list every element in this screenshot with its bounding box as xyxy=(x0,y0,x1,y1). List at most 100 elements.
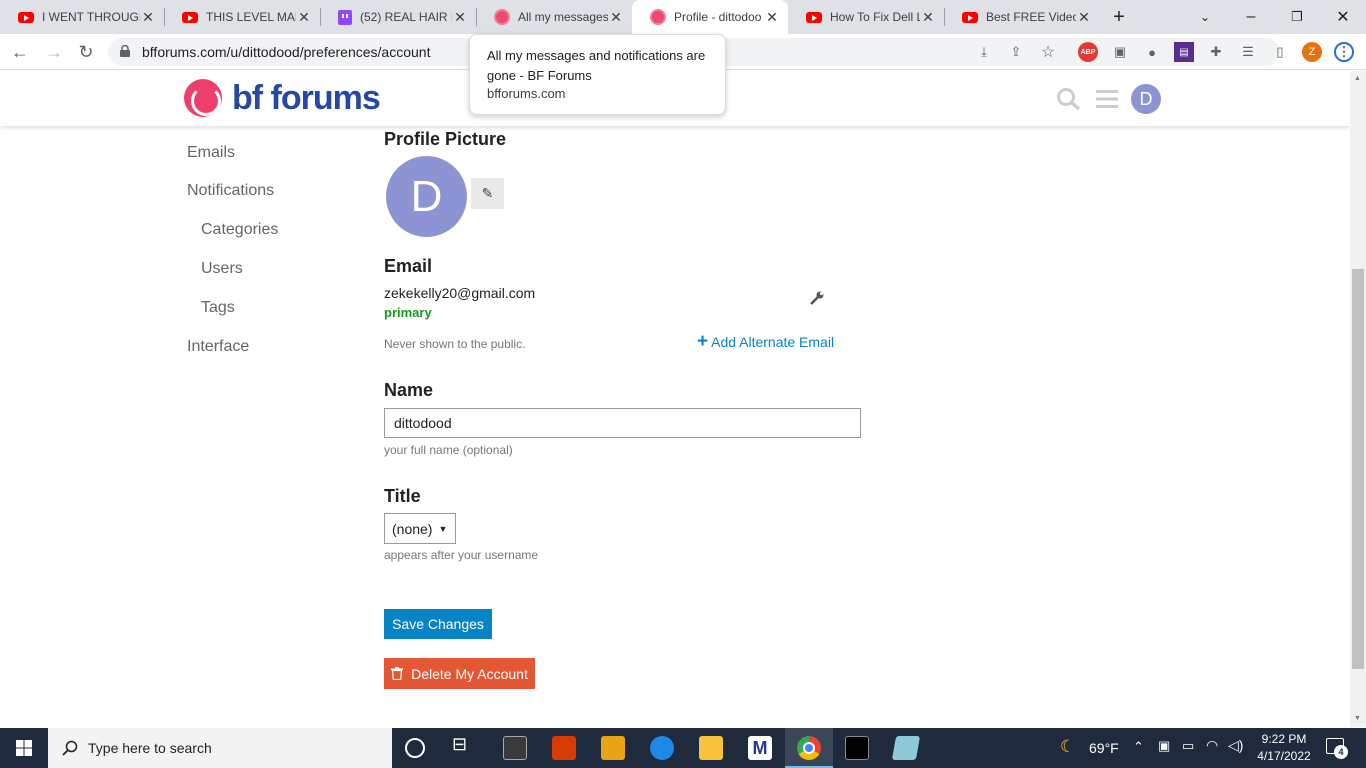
restore-icon[interactable]: ❐ xyxy=(1274,0,1320,34)
file-explorer-icon[interactable] xyxy=(699,736,723,760)
taskbar-search-placeholder: Type here to search xyxy=(88,740,212,756)
browser-tab[interactable]: All my messages ✕ xyxy=(476,0,632,34)
stack-app-icon[interactable] xyxy=(601,736,625,760)
page-scrollbar[interactable]: ▲ ▼ xyxy=(1350,71,1366,727)
extension-icon[interactable]: ▣ xyxy=(1110,42,1130,62)
title-dropdown[interactable]: (none) ▼ xyxy=(384,513,456,544)
save-changes-button[interactable]: Save Changes xyxy=(384,609,492,639)
sidebar-item-interface[interactable]: Interface xyxy=(187,338,249,356)
email-address: zekekelly20@gmail.com xyxy=(384,285,536,301)
browser-tab[interactable]: Best FREE Video I ✕ xyxy=(944,0,1100,34)
close-icon[interactable]: ✕ xyxy=(764,9,780,26)
taskbar-search-box[interactable]: Type here to search xyxy=(48,728,392,768)
hover-card-host: bfforums.com xyxy=(487,86,566,101)
reload-icon[interactable]: ↻ xyxy=(72,38,100,66)
sidebar-item-emails[interactable]: Emails xyxy=(187,144,235,162)
sidebar-item-notifications[interactable]: Notifications xyxy=(187,182,274,200)
title-heading: Title xyxy=(384,486,421,506)
profile-initial: Z xyxy=(1308,46,1316,58)
tab-title: I WENT THROUGH xyxy=(42,10,140,24)
install-icon[interactable]: ⤓ xyxy=(974,42,994,62)
sidebar-item-tags[interactable]: Tags xyxy=(201,299,235,317)
extension-icon[interactable]: ▤ xyxy=(1174,42,1194,62)
wrench-icon[interactable] xyxy=(809,290,825,306)
scrollbar-thumb[interactable] xyxy=(1352,269,1364,669)
email-primary-badge: primary xyxy=(384,305,432,320)
browser-tab[interactable]: I WENT THROUGH ✕ xyxy=(0,0,164,34)
weather-temperature[interactable]: 69°F xyxy=(1089,740,1119,756)
app-icon[interactable] xyxy=(650,736,674,760)
add-alternate-email-label: Add Alternate Email xyxy=(711,334,835,350)
tab-hover-card: All my messages and notifications are go… xyxy=(469,34,726,115)
sidebar-item-users[interactable]: Users xyxy=(201,260,243,278)
close-window-icon[interactable]: ✕ xyxy=(1320,0,1366,34)
show-hidden-icons-chevron-icon[interactable]: ⌃ xyxy=(1133,739,1144,755)
close-icon[interactable]: ✕ xyxy=(452,9,468,26)
name-input[interactable] xyxy=(384,408,861,438)
add-alternate-email-link[interactable]: + Add Alternate Email xyxy=(697,331,834,353)
clock-date: 4/17/2022 xyxy=(1257,749,1311,763)
youtube-icon xyxy=(18,11,34,23)
kebab-menu-icon[interactable]: ⋮ xyxy=(1334,42,1354,62)
windows-start-icon[interactable] xyxy=(16,740,32,756)
puzzle-extensions-icon[interactable]: ✚ xyxy=(1206,42,1226,62)
wifi-icon[interactable]: ◠ xyxy=(1206,737,1218,754)
media-queue-icon[interactable]: ☰ xyxy=(1238,42,1258,62)
notification-count-badge: 4 xyxy=(1334,745,1348,759)
tab-title: THIS LEVEL MADE xyxy=(206,10,296,24)
new-tab-plus-icon[interactable]: + xyxy=(1096,0,1142,34)
tab-title: All my messages xyxy=(518,10,608,24)
office-icon[interactable] xyxy=(552,736,576,760)
taskbar-clock[interactable]: 9:22 PM 4/17/2022 xyxy=(1248,731,1320,765)
terminal-icon[interactable] xyxy=(845,736,869,760)
name-note: your full name (optional) xyxy=(384,443,513,457)
bf-forums-icon xyxy=(650,9,666,25)
scroll-up-arrow-icon[interactable]: ▲ xyxy=(1354,75,1361,82)
tab-title: (52) REAL HAIR R xyxy=(360,10,452,24)
profile-picture-heading: Profile Picture xyxy=(384,129,507,149)
app-icon[interactable] xyxy=(503,736,527,760)
tab-title: Profile - dittodoo xyxy=(674,10,762,24)
profile-avatar[interactable]: Z xyxy=(1302,42,1322,62)
email-privacy-note: Never shown to the public. xyxy=(384,337,526,351)
edit-pencil-icon[interactable]: ✎ xyxy=(471,178,504,209)
browser-tab[interactable]: How To Fix Dell L ✕ xyxy=(788,0,944,34)
close-icon[interactable]: ✕ xyxy=(296,9,312,26)
meet-now-icon[interactable]: ▣ xyxy=(1158,738,1170,754)
tab-search-chevron-icon[interactable]: ⌄ xyxy=(1182,0,1228,34)
close-icon[interactable]: ✕ xyxy=(140,9,156,26)
youtube-icon xyxy=(806,11,822,23)
scroll-down-arrow-icon[interactable]: ▼ xyxy=(1354,715,1361,722)
app-icon[interactable] xyxy=(891,736,921,760)
site-logo-text[interactable]: bf forums xyxy=(232,79,381,118)
close-icon[interactable]: ✕ xyxy=(1076,9,1092,26)
side-panel-icon[interactable]: ▯ xyxy=(1270,42,1290,62)
browser-tab-active[interactable]: Profile - dittodoo ✕ xyxy=(632,0,788,34)
search-icon[interactable] xyxy=(1056,87,1082,111)
hamburger-menu-icon[interactable] xyxy=(1096,89,1118,109)
browser-tab[interactable]: THIS LEVEL MADE ✕ xyxy=(164,0,320,34)
bf-forums-logo-icon[interactable] xyxy=(184,79,222,117)
app-icon[interactable]: M xyxy=(748,736,772,760)
moon-weather-icon[interactable]: ☾ xyxy=(1060,737,1075,757)
battery-icon[interactable]: ▭ xyxy=(1182,738,1194,754)
browser-tab[interactable]: (52) REAL HAIR R ✕ xyxy=(320,0,476,34)
close-icon[interactable]: ✕ xyxy=(920,9,936,26)
delete-account-button[interactable]: Delete My Account xyxy=(384,658,535,689)
extension-icon[interactable]: ● xyxy=(1142,42,1162,62)
cortana-icon[interactable] xyxy=(405,738,425,758)
close-icon[interactable]: ✕ xyxy=(608,9,624,26)
bookmark-star-icon[interactable]: ☆ xyxy=(1038,42,1058,62)
forward-arrow-icon[interactable]: → xyxy=(40,38,68,66)
share-icon[interactable]: ⇪ xyxy=(1006,42,1026,62)
chrome-taskbar-active[interactable] xyxy=(785,728,833,768)
adblock-icon[interactable]: ABP xyxy=(1078,42,1098,62)
volume-icon[interactable]: ◁) xyxy=(1228,737,1243,754)
back-arrow-icon[interactable]: ← xyxy=(6,38,34,66)
sidebar-item-categories[interactable]: Categories xyxy=(201,221,278,239)
minimize-icon[interactable]: – xyxy=(1228,0,1274,34)
profile-avatar-large: D xyxy=(386,156,467,237)
notification-center-icon[interactable]: 4 xyxy=(1326,738,1348,759)
task-view-icon[interactable]: ⊟ xyxy=(452,734,476,758)
user-avatar[interactable]: D xyxy=(1131,84,1161,114)
